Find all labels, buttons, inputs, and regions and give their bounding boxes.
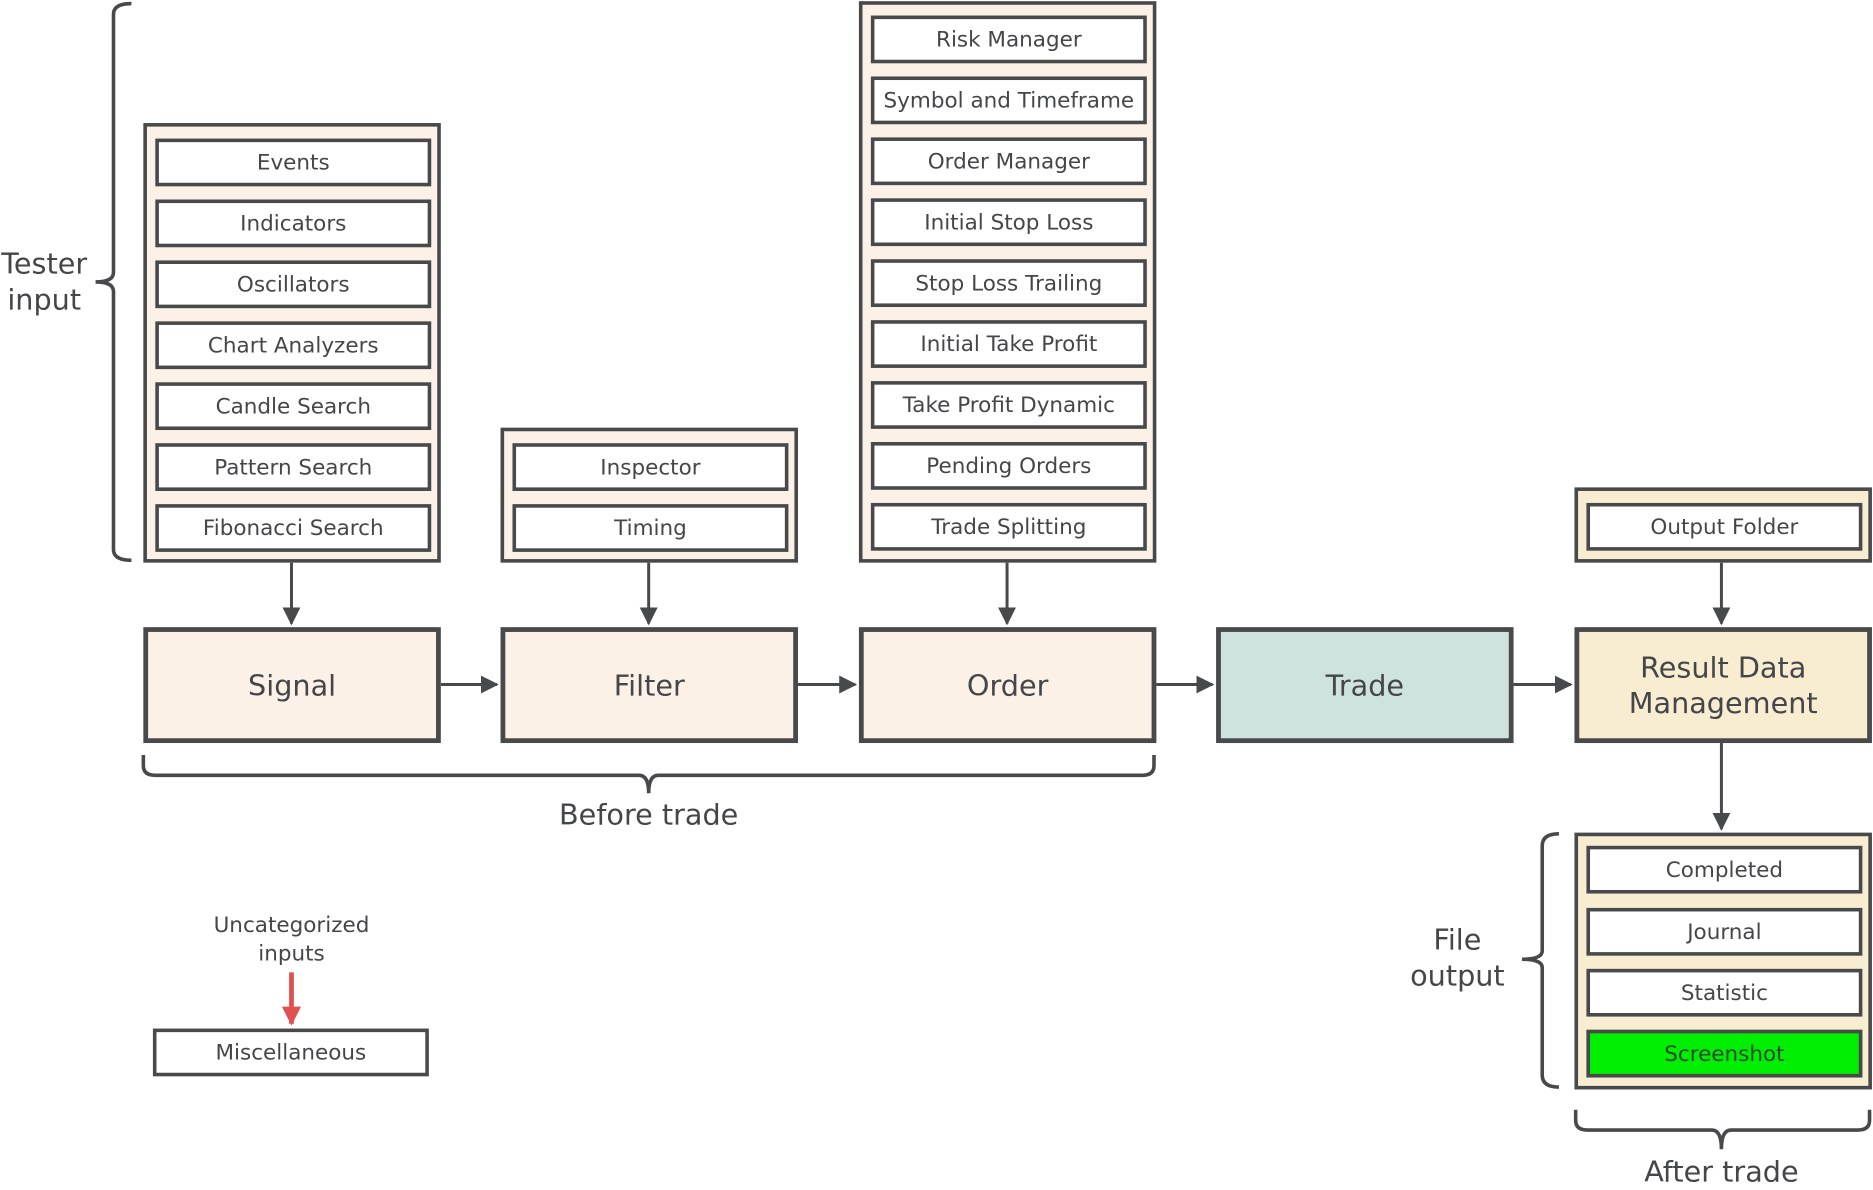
filter-input-timing[interactable]: Timing [512, 504, 789, 552]
order-input-trade-splitting[interactable]: Trade Splitting [870, 502, 1147, 551]
signal-input-oscillators[interactable]: Oscillators [155, 260, 432, 309]
trade-pipeline-diagram: Tester input Events Indicators Oscillato… [0, 0, 1873, 1189]
order-input-pending-orders[interactable]: Pending Orders [870, 442, 1147, 490]
result-inputs-group: Output Folder [1574, 487, 1872, 563]
signal-input-fibonacci-search[interactable]: Fibonacci Search [155, 504, 432, 552]
order-input-order-manager[interactable]: Order Manager [870, 137, 1147, 186]
signal-input-candle-search[interactable]: Candle Search [155, 382, 432, 431]
stage-order[interactable]: Order [858, 627, 1157, 744]
file-output-statistic[interactable]: Statistic [1586, 968, 1863, 1017]
file-output-completed[interactable]: Completed [1586, 845, 1863, 894]
file-output-group: Completed Journal Statistic Screenshot [1574, 832, 1872, 1090]
order-input-initial-stop-loss[interactable]: Initial Stop Loss [870, 198, 1147, 247]
bracket-before-trade [141, 754, 1156, 794]
signal-input-chart-analyzers[interactable]: Chart Analyzers [155, 321, 432, 370]
order-input-risk-manager[interactable]: Risk Manager [870, 15, 1147, 64]
signal-inputs-group: Events Indicators Oscillators Chart Anal… [143, 123, 441, 563]
order-input-stop-loss-trailing[interactable]: Stop Loss Trailing [870, 259, 1147, 308]
filter-input-inspector[interactable]: Inspector [512, 443, 789, 491]
miscellaneous-box[interactable]: Miscellaneous [152, 1028, 429, 1077]
bracket-tester-input [95, 1, 132, 563]
bracket-after-trade [1573, 1109, 1872, 1150]
file-output-label: File output [1410, 923, 1505, 993]
file-output-journal[interactable]: Journal [1586, 907, 1863, 956]
after-trade-label: After trade [1644, 1155, 1799, 1189]
tester-input-label: Tester input [1, 247, 88, 317]
signal-input-indicators[interactable]: Indicators [155, 199, 432, 248]
signal-input-pattern-search[interactable]: Pattern Search [155, 443, 432, 491]
stage-trade[interactable]: Trade [1216, 627, 1514, 744]
stage-result-data-management[interactable]: Result Data Management [1574, 627, 1872, 744]
before-trade-label: Before trade [559, 797, 739, 832]
signal-input-events[interactable]: Events [155, 138, 432, 187]
order-inputs-group: Risk Manager Symbol and Timeframe Order … [858, 1, 1157, 563]
order-input-take-profit-dynamic[interactable]: Take Profit Dynamic [870, 381, 1147, 429]
order-input-symbol-and-timeframe[interactable]: Symbol and Timeframe [870, 76, 1147, 125]
order-input-initial-take-profit[interactable]: Initial Take Profit [870, 320, 1147, 368]
result-input-output-folder[interactable]: Output Folder [1586, 502, 1863, 551]
bracket-file-output [1521, 832, 1560, 1089]
stage-filter[interactable]: Filter [500, 627, 798, 744]
filter-inputs-group: Inspector Timing [500, 427, 798, 563]
uncategorized-inputs-caption: Uncategorized inputs [213, 912, 370, 967]
stage-signal[interactable]: Signal [143, 627, 441, 744]
file-output-screenshot[interactable]: Screenshot [1586, 1029, 1863, 1078]
